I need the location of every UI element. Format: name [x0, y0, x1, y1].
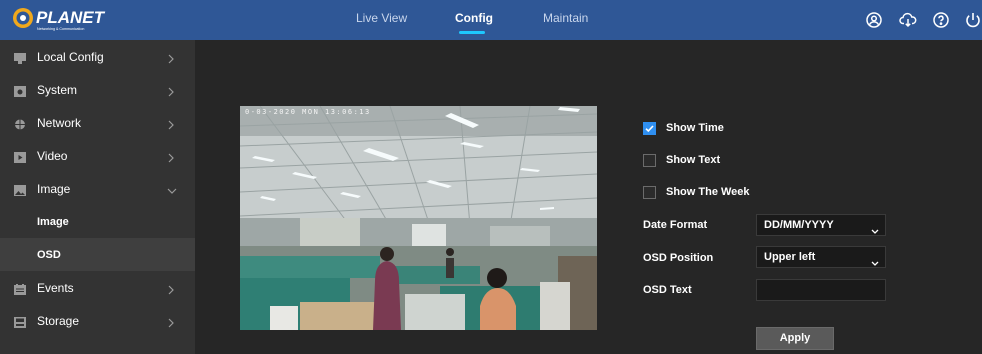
svg-text:PLANET: PLANET — [36, 8, 106, 27]
chevron-right-icon — [167, 117, 175, 130]
events-icon — [14, 282, 26, 295]
chevron-right-icon — [167, 282, 175, 295]
network-icon — [14, 117, 26, 130]
apply-button[interactable]: Apply — [756, 327, 834, 350]
show-time-checkbox[interactable] — [643, 122, 656, 135]
date-format-value: DD/MM/YYYY — [764, 219, 834, 231]
svg-text:Networking & Communication: Networking & Communication — [37, 27, 84, 31]
storage-icon — [14, 315, 26, 328]
chevron-down-icon — [167, 183, 177, 194]
show-week-label: Show The Week — [666, 186, 750, 198]
sidebar-item-label: Image — [37, 182, 71, 196]
monitor-icon — [14, 51, 26, 64]
chevron-right-icon — [167, 150, 175, 163]
sidebar-item-label: Video — [37, 149, 68, 163]
sidebar-subitem-osd[interactable]: OSD — [0, 238, 195, 271]
tab-config[interactable]: Config — [455, 11, 493, 25]
show-text-label: Show Text — [666, 154, 721, 166]
sidebar-subitem-image[interactable]: Image — [0, 205, 195, 238]
sidebar-item-system[interactable]: System — [0, 73, 195, 106]
sidebar-item-video[interactable]: Video — [0, 139, 195, 172]
show-week-checkbox[interactable] — [643, 186, 656, 199]
osd-position-select[interactable]: Upper left — [756, 246, 886, 268]
show-text-checkbox[interactable] — [643, 154, 656, 167]
chevron-down-icon — [871, 222, 879, 234]
osd-text-input[interactable] — [756, 279, 886, 301]
osd-position-value: Upper left — [764, 251, 816, 263]
top-bar: PLANET Networking & Communication Live V… — [0, 0, 982, 40]
tab-maintain[interactable]: Maintain — [543, 11, 588, 25]
sidebar-item-label: Image — [37, 216, 69, 228]
show-time-label: Show Time — [666, 122, 724, 134]
sidebar-item-image[interactable]: Image — [0, 172, 195, 205]
chevron-right-icon — [167, 51, 175, 64]
osd-position-label: OSD Position — [643, 252, 714, 264]
sidebar-item-label: Network — [37, 116, 82, 130]
sidebar-item-storage[interactable]: Storage — [0, 304, 195, 337]
sidebar-item-label: System — [37, 83, 78, 97]
planet-logo[interactable]: PLANET Networking & Communication — [12, 6, 108, 32]
sidebar-item-network[interactable]: Network — [0, 106, 195, 139]
date-format-label: Date Format — [643, 219, 708, 231]
chevron-right-icon — [167, 315, 175, 328]
active-tab-indicator — [459, 31, 485, 34]
osd-time-overlay: 0-03-2020 MON 13:06:13 — [245, 108, 371, 116]
video-preview[interactable]: 0-03-2020 MON 13:06:13 — [240, 106, 597, 330]
tab-live-view[interactable]: Live View — [356, 11, 407, 25]
sidebar-item-label: Events — [37, 281, 74, 295]
system-icon — [14, 84, 26, 97]
video-icon — [14, 150, 26, 163]
chevron-right-icon — [167, 84, 175, 97]
cloud-download-icon[interactable] — [899, 11, 917, 29]
date-format-select[interactable]: DD/MM/YYYY — [756, 214, 886, 236]
user-icon[interactable] — [865, 11, 883, 29]
sidebar-item-local-config[interactable]: Local Config — [0, 40, 195, 73]
image-icon — [14, 183, 26, 196]
chevron-down-icon — [871, 254, 879, 266]
sidebar-item-label: OSD — [37, 249, 61, 261]
sidebar-item-events[interactable]: Events — [0, 271, 195, 304]
sidebar-item-label: Storage — [37, 314, 80, 328]
power-icon[interactable] — [964, 11, 982, 29]
sidebar-item-label: Local Config — [37, 50, 104, 64]
sidebar: Local Config System Network Video Image … — [0, 40, 195, 354]
osd-text-label: OSD Text — [643, 284, 692, 296]
help-icon[interactable] — [932, 11, 950, 29]
